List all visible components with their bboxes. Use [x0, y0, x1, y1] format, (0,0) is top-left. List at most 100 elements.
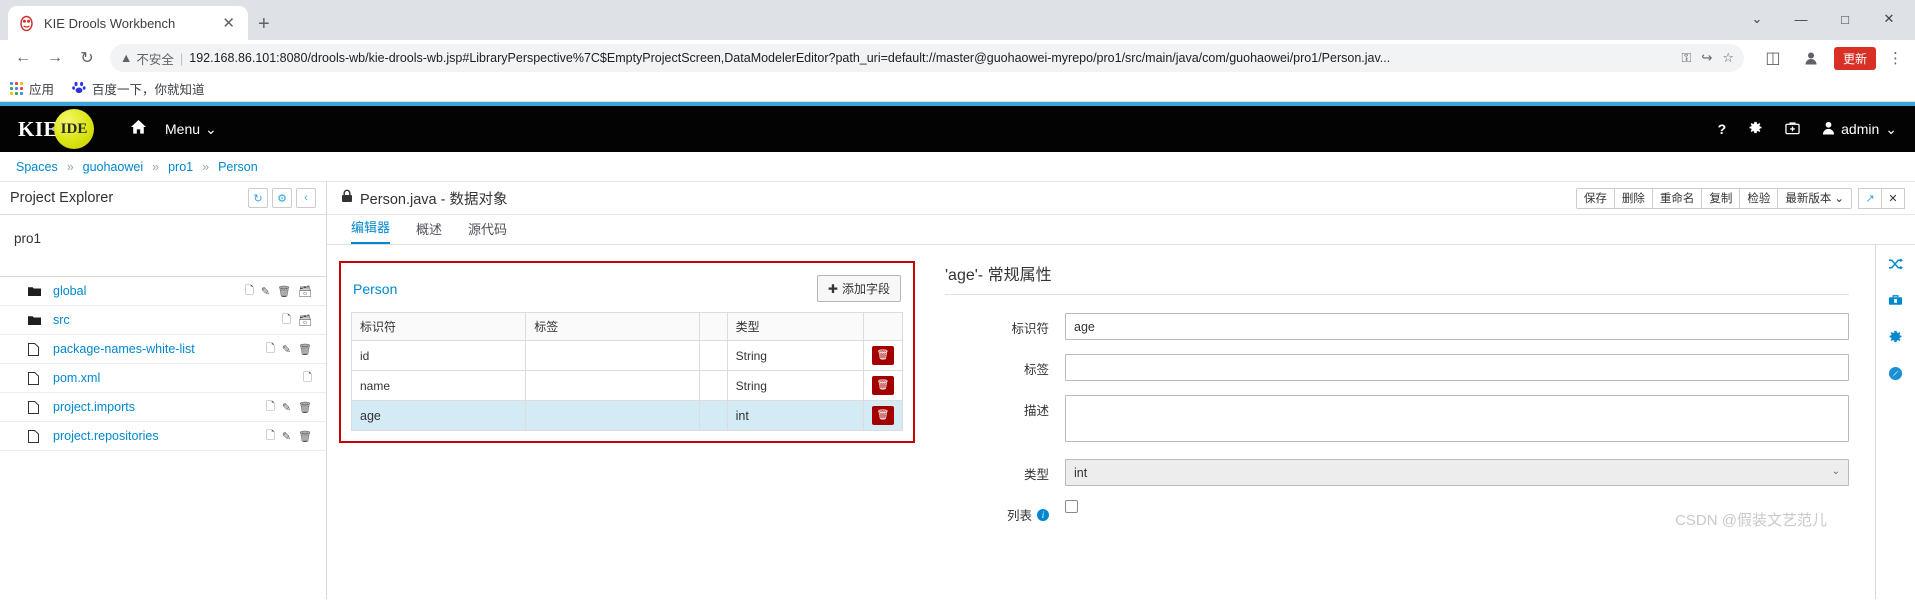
list-item[interactable]: pom.xml 🗋: [0, 364, 326, 393]
gear-icon[interactable]: [1748, 120, 1763, 138]
tab-editor[interactable]: 编辑器: [351, 217, 391, 244]
project-summary[interactable]: pro1: [0, 215, 326, 277]
shuffle-icon[interactable]: [1888, 257, 1903, 271]
update-button[interactable]: 更新: [1833, 46, 1876, 70]
bookmark-star-icon[interactable]: ☆: [1722, 50, 1734, 66]
list-item[interactable]: package-names-white-list 🗋 ✎ 🗑: [0, 335, 326, 364]
breadcrumb-item-spaces[interactable]: Spaces: [16, 160, 58, 174]
list-item[interactable]: global 🗋 ✎ 🗑 🗃: [0, 277, 326, 306]
tab-close-icon[interactable]: ✕: [219, 16, 238, 31]
refresh-icon[interactable]: ↻: [248, 188, 268, 208]
gear-icon[interactable]: ⚙: [272, 188, 292, 208]
maximize-editor-icon[interactable]: ↗: [1858, 187, 1882, 209]
address-bar[interactable]: ▲ 不安全 | 192.168.86.101:8080/drools-wb/ki…: [110, 44, 1744, 72]
toolbar-right: ◫ 更新 ⋮: [1752, 43, 1907, 73]
list-item[interactable]: project.imports 🗋 ✎ 🗑: [0, 393, 326, 422]
collapse-panel-icon[interactable]: ‹: [296, 188, 316, 208]
copy-icon[interactable]: 🗋: [245, 282, 254, 301]
tab-source[interactable]: 源代码: [468, 219, 507, 244]
share-icon[interactable]: ↪: [1701, 50, 1712, 66]
delete-icon[interactable]: 🗑: [298, 401, 312, 414]
delete-field-button[interactable]: 🗑: [871, 346, 894, 365]
window-collapse-icon[interactable]: ⌄: [1735, 4, 1779, 34]
delete-icon[interactable]: 🗑: [298, 430, 312, 443]
column-header-identifier[interactable]: 标识符: [350, 312, 527, 341]
data-object-card: Person ✚ 添加字段 标识符 标签 类型 id String 🗑 name…: [339, 261, 915, 443]
file-name-label[interactable]: package-names-white-list: [53, 342, 254, 356]
window-minimize-icon[interactable]: —: [1779, 4, 1823, 34]
browser-menu-icon[interactable]: ⋮: [1884, 49, 1907, 67]
help-icon[interactable]: ?: [1718, 121, 1727, 137]
delete-icon[interactable]: 🗑: [277, 285, 291, 298]
main-menu-button[interactable]: Menu ⌄: [165, 121, 217, 138]
type-select[interactable]: [1065, 459, 1849, 486]
copy-button[interactable]: 复制: [1701, 187, 1741, 209]
breadcrumb-item-guohaowei[interactable]: guohaowei: [83, 160, 143, 174]
info-icon[interactable]: i: [1037, 508, 1049, 521]
file-name-label[interactable]: project.repositories: [53, 429, 254, 443]
breadcrumb-item-pro1[interactable]: pro1: [168, 160, 193, 174]
table-row[interactable]: name String 🗑: [350, 370, 904, 401]
copy-icon[interactable]: 🗋: [266, 340, 275, 359]
compass-icon[interactable]: [1888, 366, 1903, 381]
forward-button[interactable]: →: [40, 43, 70, 73]
list-item[interactable]: src 🗋 🗃: [0, 306, 326, 335]
file-name-label[interactable]: src: [53, 313, 270, 327]
table-row[interactable]: age int 🗑: [350, 400, 904, 431]
breadcrumb-item-person[interactable]: Person: [218, 160, 258, 174]
copy-icon[interactable]: 🗋: [266, 398, 275, 417]
archive-icon[interactable]: 🗃: [298, 285, 312, 298]
list-checkbox[interactable]: [1065, 500, 1078, 513]
column-header-type[interactable]: 类型: [726, 312, 864, 341]
copy-icon[interactable]: 🗋: [282, 311, 291, 330]
cell-type: int: [726, 400, 864, 431]
browser-tab[interactable]: KIE Drools Workbench ✕: [8, 6, 248, 40]
gear-icon[interactable]: [1888, 329, 1903, 344]
save-button[interactable]: 保存: [1575, 187, 1615, 209]
file-name-label[interactable]: pom.xml: [53, 371, 291, 385]
new-tab-button[interactable]: +: [258, 14, 270, 40]
copy-icon[interactable]: 🗋: [303, 369, 312, 388]
user-menu[interactable]: admin ⌄: [1822, 121, 1897, 138]
close-editor-icon[interactable]: ✕: [1881, 187, 1905, 209]
description-textarea[interactable]: [1065, 395, 1849, 442]
profile-avatar-icon[interactable]: [1796, 43, 1826, 73]
medical-kit-icon[interactable]: [1785, 121, 1800, 138]
latest-version-dropdown[interactable]: 最新版本 ⌄: [1777, 187, 1852, 209]
data-object-header: Person ✚ 添加字段: [351, 273, 903, 312]
security-warning[interactable]: ▲ 不安全: [120, 49, 174, 68]
kie-logo[interactable]: KIE IDE: [18, 109, 95, 149]
archive-icon[interactable]: 🗃: [298, 314, 312, 327]
reload-button[interactable]: ↻: [72, 43, 102, 73]
delete-field-button[interactable]: 🗑: [871, 406, 894, 425]
back-button[interactable]: ←: [8, 43, 38, 73]
window-maximize-icon[interactable]: □: [1823, 4, 1867, 34]
toolbox-icon[interactable]: [1888, 293, 1903, 307]
side-panel-icon[interactable]: ◫: [1758, 43, 1788, 73]
edit-icon[interactable]: ✎: [261, 285, 270, 298]
copy-icon[interactable]: 🗋: [266, 427, 275, 446]
delete-icon[interactable]: 🗑: [298, 343, 312, 356]
identifier-input[interactable]: [1065, 313, 1849, 340]
rename-button[interactable]: 重命名: [1651, 187, 1703, 209]
edit-icon[interactable]: ✎: [282, 343, 291, 356]
label-input[interactable]: [1065, 354, 1849, 381]
key-icon[interactable]: ⚿: [1682, 50, 1692, 66]
form-row-identifier: 标识符: [945, 313, 1849, 340]
window-close-icon[interactable]: ✕: [1867, 4, 1911, 34]
bookmark-baidu[interactable]: 百度一下，你就知道: [72, 79, 205, 98]
file-name-label[interactable]: project.imports: [53, 400, 254, 414]
validate-button[interactable]: 检验: [1739, 187, 1779, 209]
delete-button[interactable]: 删除: [1613, 187, 1653, 209]
bookmark-apps[interactable]: 应用: [10, 79, 54, 98]
add-field-button[interactable]: ✚ 添加字段: [816, 275, 901, 302]
home-icon[interactable]: [130, 119, 147, 140]
tab-overview[interactable]: 概述: [416, 219, 442, 244]
edit-icon[interactable]: ✎: [282, 401, 291, 414]
table-row[interactable]: id String 🗑: [350, 340, 904, 371]
delete-field-button[interactable]: 🗑: [871, 376, 894, 395]
column-header-label[interactable]: 标签: [525, 312, 701, 341]
file-name-label[interactable]: global: [53, 284, 233, 298]
edit-icon[interactable]: ✎: [282, 430, 291, 443]
list-item[interactable]: project.repositories 🗋 ✎ 🗑: [0, 422, 326, 451]
